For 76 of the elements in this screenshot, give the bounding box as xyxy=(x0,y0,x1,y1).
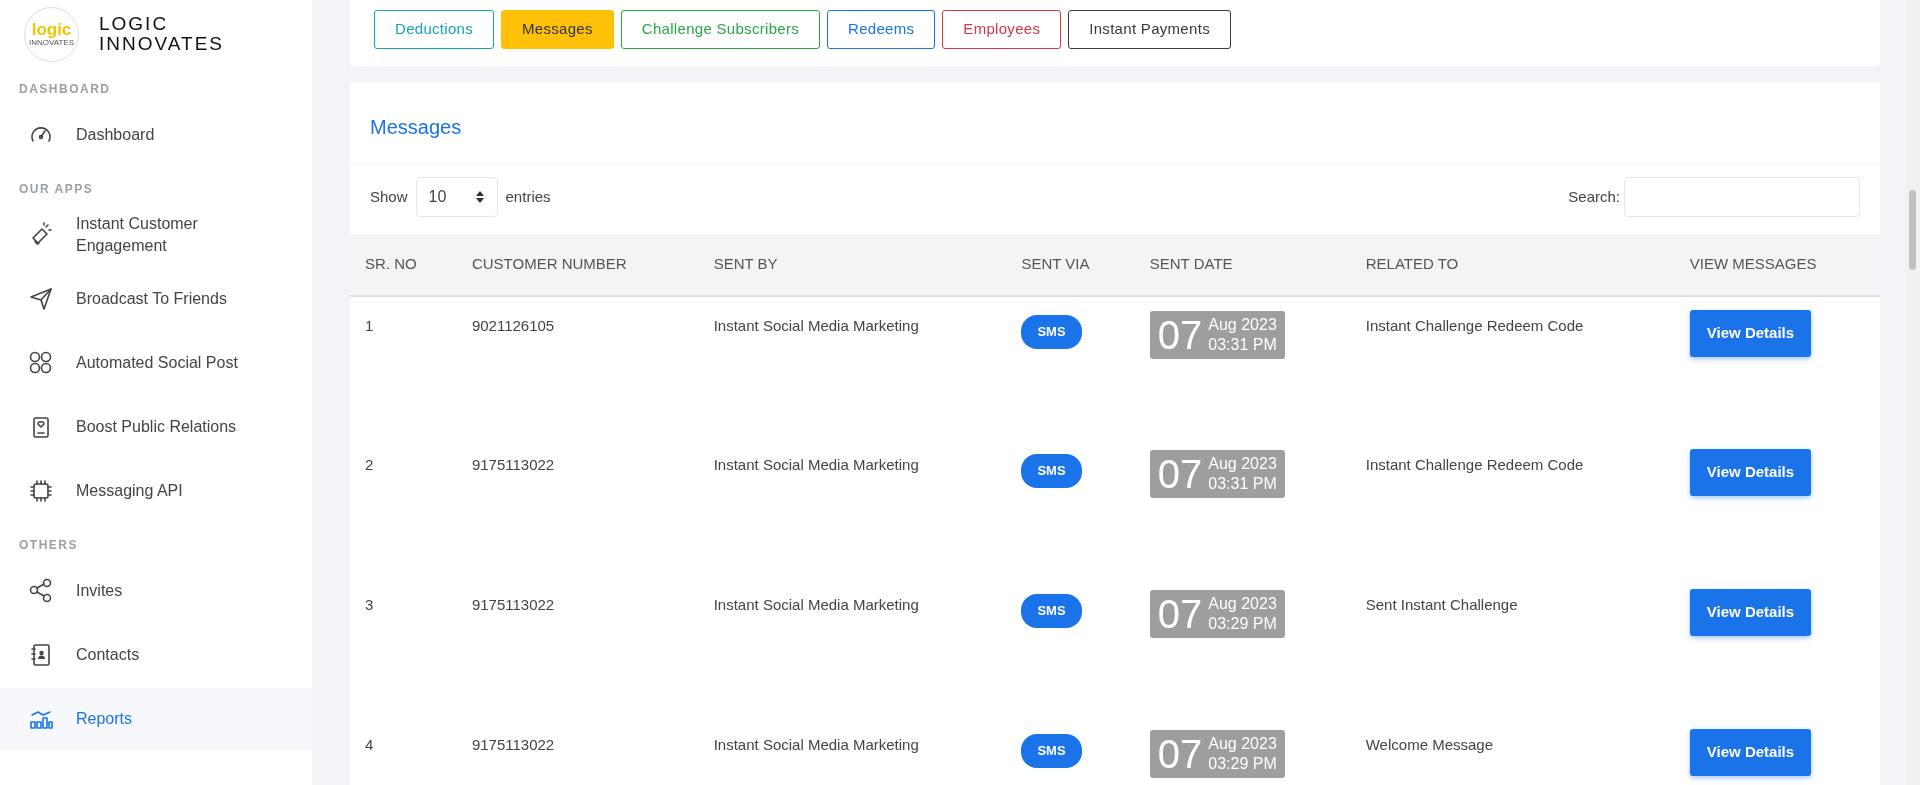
search-label: Search: xyxy=(1568,186,1620,207)
share-nodes-icon xyxy=(28,578,54,604)
sidebar-item[interactable]: Boost Public Relations xyxy=(0,396,312,458)
table-cell: Welcome Message xyxy=(1365,736,1493,753)
sidebar-item[interactable]: Broadcast To Friends xyxy=(0,268,312,330)
date-day: 07 xyxy=(1157,592,1203,636)
channel-badge: SMS xyxy=(1021,594,1082,628)
sidebar-item[interactable]: Reports xyxy=(0,688,312,750)
chip-icon xyxy=(28,478,54,504)
table-cell: 9175113022 xyxy=(471,596,555,613)
date-time: 03:29 PM xyxy=(1208,614,1277,634)
brand-name: LOGIC xyxy=(99,14,170,34)
column-header: SR. NO xyxy=(350,234,457,296)
sort-caret-icon xyxy=(474,190,485,204)
table-cell: 9175113022 xyxy=(471,736,555,753)
channel-badge: SMS xyxy=(1021,315,1082,349)
column-header: CUSTOMER NUMBER xyxy=(456,234,699,296)
panel-title: Messages xyxy=(369,115,463,140)
table-cell: 4 xyxy=(365,736,374,753)
paper-plane-icon xyxy=(28,286,54,312)
table-cell: Instant Social Media Marketing xyxy=(713,596,919,613)
column-header: RELATED TO xyxy=(1350,234,1675,296)
sidebar-item[interactable]: Messaging API xyxy=(0,460,312,522)
sidebar-heading: DASHBOARD xyxy=(18,81,112,98)
table-cell: Instant Social Media Marketing xyxy=(713,736,919,753)
tab[interactable]: Redeems xyxy=(827,10,936,49)
date-time: 03:31 PM xyxy=(1208,335,1277,355)
view-details-button[interactable]: View Details xyxy=(1689,589,1812,636)
brand-name: INNOVATES xyxy=(99,34,224,54)
channel-badge: SMS xyxy=(1021,734,1082,768)
date-month-year: Aug 2023 xyxy=(1208,315,1277,335)
column-header: SENT DATE xyxy=(1134,234,1351,296)
social-circles-icon xyxy=(28,350,54,376)
tab[interactable]: Messages xyxy=(501,10,614,49)
column-header: SENT VIA xyxy=(1006,234,1135,296)
table-cell: 9175113022 xyxy=(471,456,555,473)
date-time: 03:29 PM xyxy=(1208,754,1277,774)
scrollbar-thumb[interactable] xyxy=(1909,190,1916,270)
view-details-button[interactable]: View Details xyxy=(1689,449,1812,496)
sidebar-item[interactable]: Invites xyxy=(0,560,312,622)
date-month-year: Aug 2023 xyxy=(1208,454,1277,474)
sidebar-item[interactable]: Instant Customer Engagement xyxy=(0,204,312,266)
scrollbar[interactable] xyxy=(1905,0,1920,785)
entries-label: entries xyxy=(505,186,551,207)
page-size-select[interactable]: 10 xyxy=(415,177,498,217)
date-month-year: Aug 2023 xyxy=(1208,594,1277,614)
sidebar-item[interactable]: Dashboard xyxy=(0,104,312,166)
table-cell: Instant Challenge Redeem Code xyxy=(1365,317,1584,334)
table-cell: 9021126105 xyxy=(471,317,555,334)
view-details-button[interactable]: View Details xyxy=(1689,310,1812,357)
table-cell: 2 xyxy=(365,456,374,473)
sidebar-item[interactable]: Contacts xyxy=(0,624,312,686)
date-day: 07 xyxy=(1157,452,1203,496)
table-cell: Instant Social Media Marketing xyxy=(713,317,919,334)
channel-badge: SMS xyxy=(1021,454,1082,488)
sidebar-heading: OUR APPS xyxy=(18,181,95,198)
column-header: VIEW MESSAGES xyxy=(1674,234,1880,296)
table-cell: 1 xyxy=(365,317,374,334)
tab[interactable]: Employees xyxy=(942,10,1062,49)
show-label: Show xyxy=(370,186,408,207)
date-day: 07 xyxy=(1157,732,1203,776)
column-header: SENT BY xyxy=(698,234,1007,296)
date-day: 07 xyxy=(1157,313,1203,357)
tab[interactable]: Instant Payments xyxy=(1068,10,1231,49)
view-details-button[interactable]: View Details xyxy=(1689,729,1812,776)
sidebar-item[interactable]: Automated Social Post xyxy=(0,332,312,394)
table-cell: Instant Social Media Marketing xyxy=(713,456,919,473)
date-time: 03:31 PM xyxy=(1208,474,1277,494)
table-cell: Sent Instant Challenge xyxy=(1365,596,1518,613)
search-field[interactable] xyxy=(1624,177,1860,217)
logo-subtext: INNOVATES xyxy=(28,39,74,47)
sidebar-heading: OTHERS xyxy=(18,537,79,554)
table-cell: 3 xyxy=(365,596,374,613)
date-month-year: Aug 2023 xyxy=(1208,734,1277,754)
logo-text: logic xyxy=(31,21,72,38)
table-cell: Instant Challenge Redeem Code xyxy=(1365,456,1584,473)
